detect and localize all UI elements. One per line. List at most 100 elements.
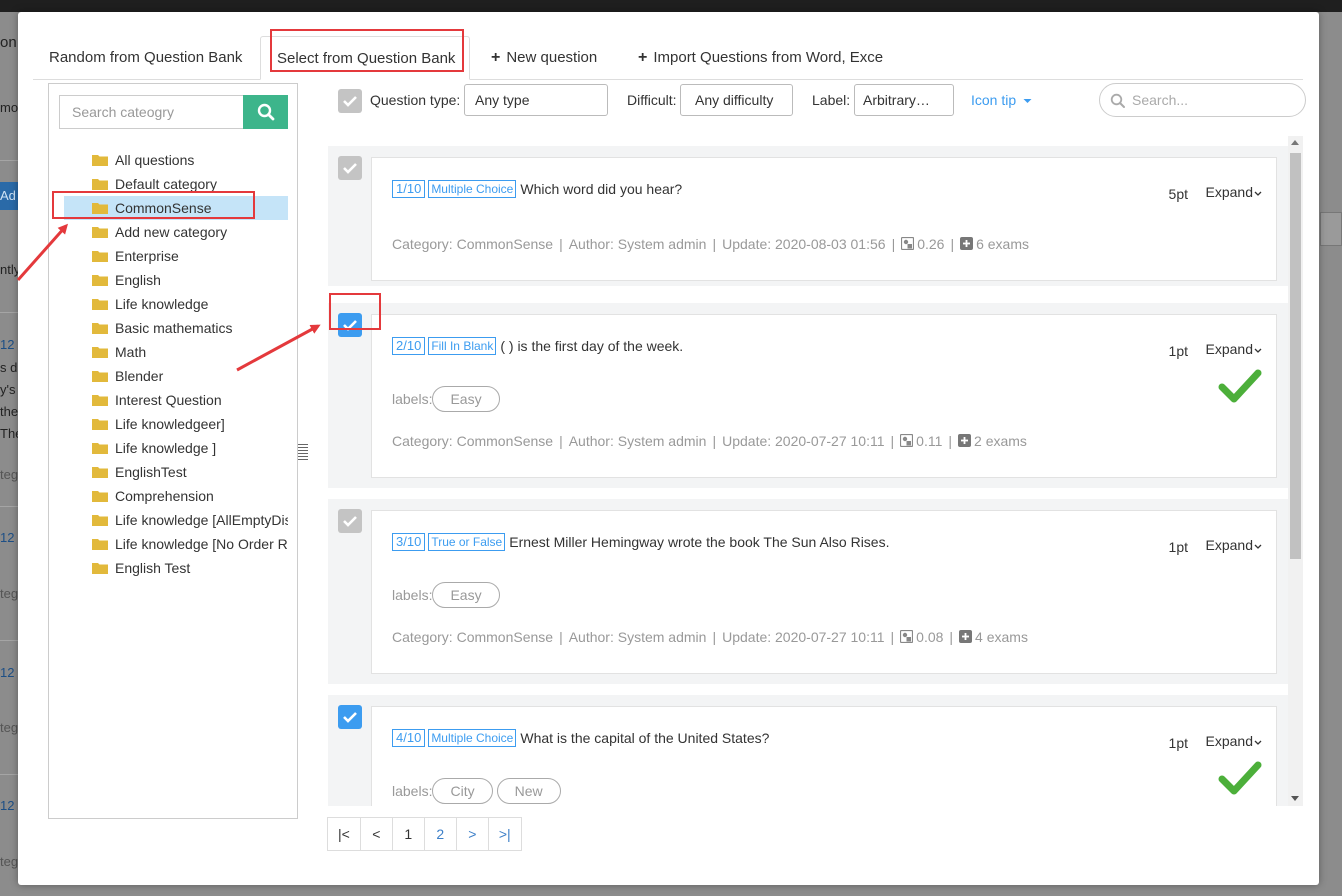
- category-item[interactable]: English Test: [64, 556, 288, 580]
- question-header: 3/10 True or False Ernest Miller Hemingway…: [392, 533, 889, 552]
- category-item[interactable]: Basic mathematics: [64, 316, 288, 340]
- category-item[interactable]: Blender: [64, 364, 288, 388]
- chevron-down-icon: [1254, 348, 1262, 353]
- meta-exams: 4 exams: [975, 629, 1028, 645]
- question-card[interactable]: 4/10 Multiple Choice What is the capital o…: [371, 706, 1277, 806]
- question-type-select[interactable]: Any type: [464, 84, 608, 116]
- last-page-button[interactable]: >|: [487, 817, 522, 851]
- background-text: y's: [0, 382, 16, 397]
- folder-icon: [92, 299, 108, 310]
- background-divider: [0, 312, 18, 313]
- question-card[interactable]: 1/10 Multiple Choice Which word did you he…: [371, 157, 1277, 281]
- background-text: the: [0, 404, 19, 419]
- question-select-checkbox[interactable]: [338, 313, 362, 337]
- panel-splitter-handle[interactable]: [298, 442, 310, 460]
- question-type-badge: Multiple Choice: [428, 729, 517, 748]
- category-item[interactable]: CommonSense: [64, 196, 288, 220]
- tab-label: Import Questions from Word, Exce: [653, 49, 884, 66]
- question-row: 4/10 Multiple Choice What is the capital o…: [328, 695, 1288, 806]
- category-item[interactable]: English: [64, 268, 288, 292]
- category-label: Blender: [115, 368, 164, 384]
- folder-icon: [92, 323, 108, 334]
- meta-update: Update: 2020-08-03 01:56: [722, 236, 886, 252]
- category-item[interactable]: Add new category: [64, 220, 288, 244]
- question-number: 1/10: [392, 180, 426, 199]
- tab-select-from-bank[interactable]: Select from Question Bank: [260, 36, 471, 80]
- page-button[interactable]: 2: [423, 817, 457, 851]
- scroll-down-arrow[interactable]: [1291, 796, 1299, 801]
- icon-tip-label: Icon tip: [971, 92, 1017, 108]
- select-all-checkbox[interactable]: [338, 89, 362, 113]
- folder-icon: [92, 467, 108, 478]
- icon-tip-toggle[interactable]: Icon tip: [971, 92, 1032, 108]
- tab-bar: Random from Question Bank Select from Qu…: [33, 36, 1303, 80]
- category-search-input[interactable]: [59, 95, 243, 129]
- check-icon: [343, 96, 357, 107]
- meta-score: 0.08: [916, 629, 944, 645]
- folder-icon: [92, 419, 108, 430]
- question-card[interactable]: 3/10 True or False Ernest Miller Hemingway…: [371, 510, 1277, 674]
- category-item[interactable]: All questions: [64, 148, 288, 172]
- label-pill[interactable]: Easy: [432, 386, 500, 412]
- question-labels: labels: City New: [392, 778, 565, 804]
- expand-label: Expand: [1205, 733, 1253, 749]
- first-page-button[interactable]: |<: [327, 817, 361, 851]
- background-divider: [0, 640, 18, 641]
- question-card[interactable]: 2/10 Fill In Blank( ) is the first day of…: [371, 314, 1277, 478]
- category-item[interactable]: Life knowledge [AllEmptyDis: [64, 508, 288, 532]
- difficulty-select[interactable]: Any difficulty: [680, 84, 793, 116]
- expand-toggle[interactable]: Expand: [1206, 184, 1262, 200]
- question-header: 1/10 Multiple Choice Which word did you he…: [392, 180, 682, 199]
- meta-exams: 6 exams: [976, 236, 1030, 252]
- category-item[interactable]: Enterprise: [64, 244, 288, 268]
- category-search-button[interactable]: [243, 95, 288, 129]
- scroll-up-arrow[interactable]: [1291, 140, 1299, 145]
- expand-toggle[interactable]: Expand: [1206, 733, 1262, 749]
- category-item[interactable]: Life knowledge [No Order R: [64, 532, 288, 556]
- tab-new-question[interactable]: + New question: [491, 36, 597, 80]
- page-button[interactable]: 1: [391, 817, 425, 851]
- label-pill[interactable]: Easy: [432, 582, 500, 608]
- expand-toggle[interactable]: Expand: [1206, 537, 1262, 553]
- folder-icon: [92, 251, 108, 262]
- tab-import-questions[interactable]: + Import Questions from Word, Exce: [638, 36, 883, 80]
- category-item[interactable]: Life knowledge: [64, 292, 288, 316]
- question-select-checkbox[interactable]: [338, 705, 362, 729]
- difficulty-icon: [900, 433, 914, 448]
- question-meta: Category: CommonSense | Author: System adm…: [392, 433, 1027, 449]
- question-points: 1pt: [1168, 539, 1188, 555]
- next-page-button[interactable]: >: [455, 817, 489, 851]
- expand-toggle[interactable]: Expand: [1206, 341, 1262, 357]
- label-select[interactable]: Arbitrary…: [854, 84, 954, 116]
- question-meta: Category: CommonSense | Author: System adm…: [392, 236, 1030, 252]
- background-divider: [0, 506, 18, 507]
- category-item[interactable]: Default category: [64, 172, 288, 196]
- background-text: on: [0, 34, 17, 51]
- question-select-checkbox[interactable]: [338, 156, 362, 180]
- question-row: 1/10 Multiple Choice Which word did you he…: [328, 146, 1288, 286]
- question-labels: labels: Easy: [392, 582, 504, 608]
- select-value: Any type: [475, 92, 530, 108]
- selected-check-icon: [1218, 761, 1262, 795]
- folder-icon: [92, 395, 108, 406]
- category-item[interactable]: Interest Question: [64, 388, 288, 412]
- category-item[interactable]: Math: [64, 340, 288, 364]
- question-list-scrollbar[interactable]: [1288, 136, 1303, 806]
- label-pill[interactable]: New: [496, 778, 561, 804]
- expand-label: Expand: [1205, 184, 1253, 200]
- question-search-input[interactable]: [1132, 90, 1292, 110]
- label-pill[interactable]: City: [432, 778, 493, 804]
- category-item[interactable]: Life knowledge ]: [64, 436, 288, 460]
- category-item[interactable]: Life knowledgeer]: [64, 412, 288, 436]
- category-item[interactable]: EnglishTest: [64, 460, 288, 484]
- question-select-checkbox[interactable]: [338, 509, 362, 533]
- meta-category: Category: CommonSense: [392, 236, 554, 252]
- background-text: teg: [0, 720, 19, 735]
- prev-page-button[interactable]: <: [359, 817, 393, 851]
- category-item[interactable]: Comprehension: [64, 484, 288, 508]
- background-text: teg: [0, 467, 19, 482]
- question-points: 5pt: [1168, 186, 1188, 202]
- plus-square-icon: [958, 434, 972, 447]
- scrollbar-thumb[interactable]: [1290, 153, 1301, 559]
- tab-random-from-bank[interactable]: Random from Question Bank: [49, 36, 242, 80]
